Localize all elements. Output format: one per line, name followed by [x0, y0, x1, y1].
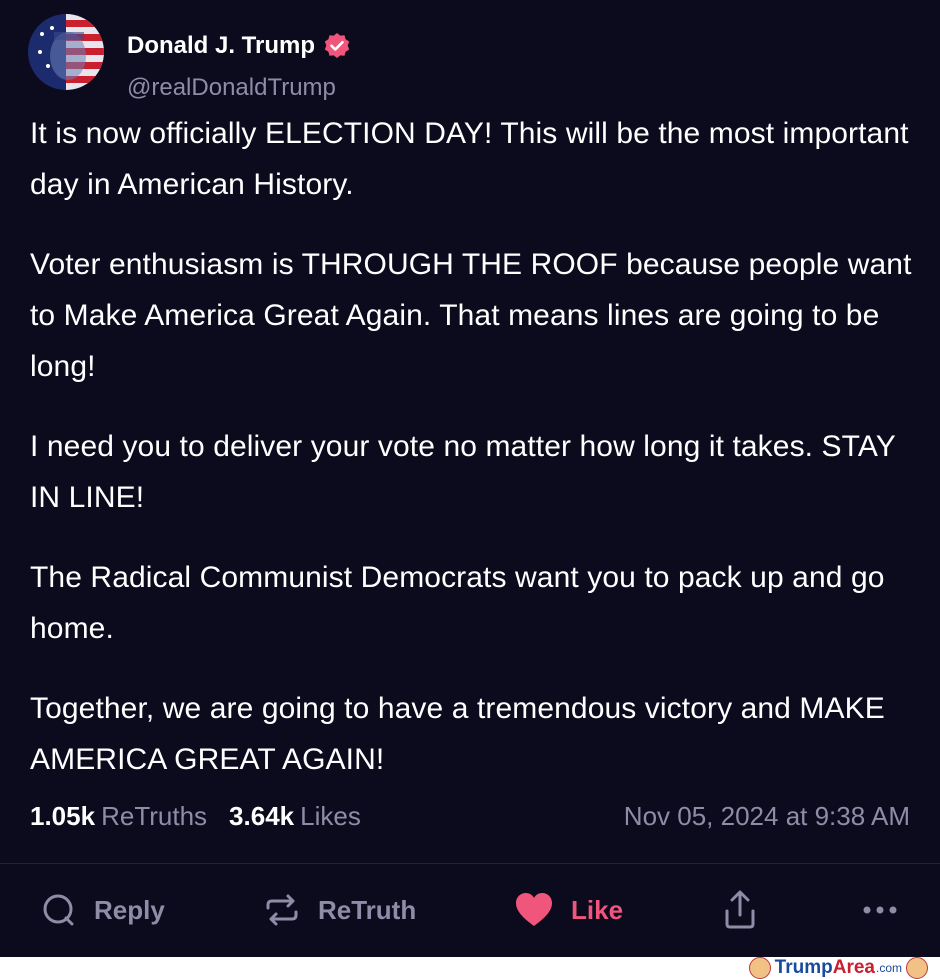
post-paragraph: The Radical Communist Democrats want you…: [30, 561, 885, 645]
reply-label: Reply: [94, 894, 165, 925]
more-icon: [863, 906, 897, 914]
post-paragraph: Together, we are going to have a tremend…: [30, 692, 885, 776]
verified-badge-icon: [324, 33, 350, 58]
likes-count[interactable]: 3.64k: [229, 801, 294, 832]
author-name[interactable]: Donald J. Trump: [127, 32, 315, 60]
post-paragraph: Voter enthusiasm is THROUGH THE ROOF bec…: [30, 248, 912, 383]
reply-icon: [43, 894, 74, 926]
retruths-label[interactable]: ReTruths: [101, 801, 207, 832]
action-bar: Reply ReTruth Like: [0, 882, 940, 942]
heart-icon: [516, 893, 552, 926]
watermark-text-b: Area: [832, 957, 875, 978]
like-button[interactable]: Like: [515, 882, 623, 938]
author-name-row: Donald J. Trump: [127, 32, 351, 60]
reply-button[interactable]: Reply: [40, 882, 165, 938]
avatar[interactable]: [28, 14, 104, 90]
retruth-button[interactable]: ReTruth: [264, 882, 416, 938]
likes-label[interactable]: Likes: [300, 801, 361, 832]
more-options-button[interactable]: [862, 882, 916, 938]
like-label: Like: [571, 894, 624, 925]
watermark-text-a: Trump: [774, 957, 833, 978]
post-paragraph: It is now officially ELECTION DAY! This …: [30, 117, 909, 201]
post-timestamp: Nov 05, 2024 at 9:38 AM: [623, 800, 910, 831]
share-button[interactable]: [722, 882, 776, 938]
mascot-icon: [906, 957, 928, 979]
post-body: It is now officially ELECTION DAY! This …: [30, 108, 920, 814]
retruth-label: ReTruth: [318, 894, 417, 925]
watermark-bar: Trump Area .com: [0, 957, 940, 979]
watermark-logo: Trump Area .com: [745, 957, 932, 979]
author-handle[interactable]: @realDonaldTrump: [127, 74, 336, 102]
post-stats: 1.05k ReTruths 3.64k Likes Nov 05, 2024 …: [30, 796, 910, 836]
post-card: Donald J. Trump @realDonaldTrump It is n…: [0, 0, 940, 957]
share-icon: [725, 890, 755, 929]
mascot-icon: [748, 957, 771, 979]
divider: [0, 863, 940, 864]
watermark-text-c: .com: [875, 961, 902, 975]
post-paragraph: I need you to deliver your vote no matte…: [30, 430, 896, 514]
retruth-icon: [266, 894, 298, 926]
retruths-count[interactable]: 1.05k: [30, 801, 95, 832]
